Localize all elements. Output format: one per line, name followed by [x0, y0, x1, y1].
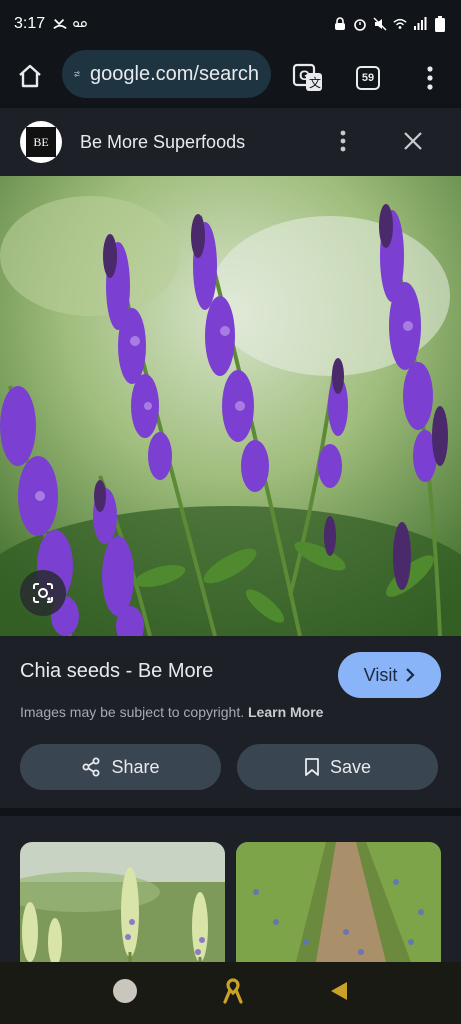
translate-button[interactable]: G文: [286, 56, 330, 100]
status-time: 3:17: [14, 15, 46, 32]
home-button[interactable]: [8, 54, 52, 98]
status-bar: 3:17: [0, 0, 461, 48]
lens-button[interactable]: [20, 570, 66, 616]
ribbon-icon: [223, 977, 244, 1004]
result-title[interactable]: Chia seeds - Be More: [20, 660, 213, 683]
wifi-icon: [393, 17, 407, 31]
home-circle-icon: [113, 978, 138, 1003]
tab-count: 59: [356, 66, 380, 90]
browser-toolbar: google.com/search G文 59: [0, 48, 461, 104]
close-button[interactable]: [402, 130, 424, 157]
missed-call-icon: [53, 17, 67, 31]
salvia-flowers-image: [0, 176, 461, 636]
share-button[interactable]: Share: [20, 744, 221, 790]
share-label: Share: [111, 756, 160, 777]
sheet-more-button[interactable]: [340, 130, 346, 157]
learn-more-link[interactable]: Learn More: [248, 704, 323, 720]
translate-icon: G文: [292, 63, 322, 91]
url-text: google.com/search: [90, 62, 259, 85]
home-nav-button[interactable]: [112, 978, 138, 1009]
svg-text:文: 文: [309, 75, 321, 90]
image-viewer-sheet: BE Be More Superfoods Chia seeds - Be Mo…: [0, 108, 461, 808]
bookmark-icon: [305, 758, 319, 776]
copyright-text: Images may be subject to copyright.: [20, 704, 245, 720]
mute-icon: [373, 17, 387, 31]
sheet-header: BE Be More Superfoods: [0, 108, 461, 176]
related-image-thumbnail: [236, 842, 441, 962]
back-nav-button[interactable]: [329, 980, 349, 1007]
share-icon: [82, 757, 100, 777]
browser-menu-button[interactable]: [408, 56, 452, 100]
system-nav-bar: [0, 962, 461, 1024]
logo-mark: BE: [26, 127, 56, 157]
signal-icon: [413, 17, 427, 31]
alarm-icon: [353, 17, 367, 31]
action-buttons: Share Save: [20, 744, 438, 790]
related-image-thumbnail: [20, 842, 225, 962]
google-lens-icon: [33, 583, 53, 603]
tab-switcher-button[interactable]: 59: [346, 56, 390, 100]
save-button[interactable]: Save: [237, 744, 438, 790]
visit-label: Visit: [363, 664, 398, 685]
chevron-right-icon: [406, 668, 415, 682]
home-icon: [19, 64, 41, 88]
battery-icon: [433, 16, 447, 32]
close-icon: [404, 132, 422, 150]
save-label: Save: [329, 756, 372, 777]
related-image[interactable]: [236, 842, 441, 962]
site-settings-icon: [74, 71, 80, 77]
more-vert-icon: [427, 66, 433, 90]
back-triangle-icon: [330, 981, 347, 1000]
result-image[interactable]: [0, 176, 461, 636]
site-logo[interactable]: BE: [20, 121, 62, 163]
voicemail-icon: [73, 17, 87, 31]
related-images-grid: [0, 816, 461, 962]
lock-icon: [333, 17, 347, 31]
related-image[interactable]: [20, 842, 225, 962]
more-vert-icon: [340, 130, 346, 152]
address-bar[interactable]: google.com/search: [62, 50, 271, 98]
visit-button[interactable]: Visit: [338, 652, 441, 698]
copyright-notice: Images may be subject to copyright. Lear…: [20, 704, 323, 720]
ribbon-button[interactable]: [222, 977, 244, 1009]
site-name[interactable]: Be More Superfoods: [80, 132, 245, 153]
